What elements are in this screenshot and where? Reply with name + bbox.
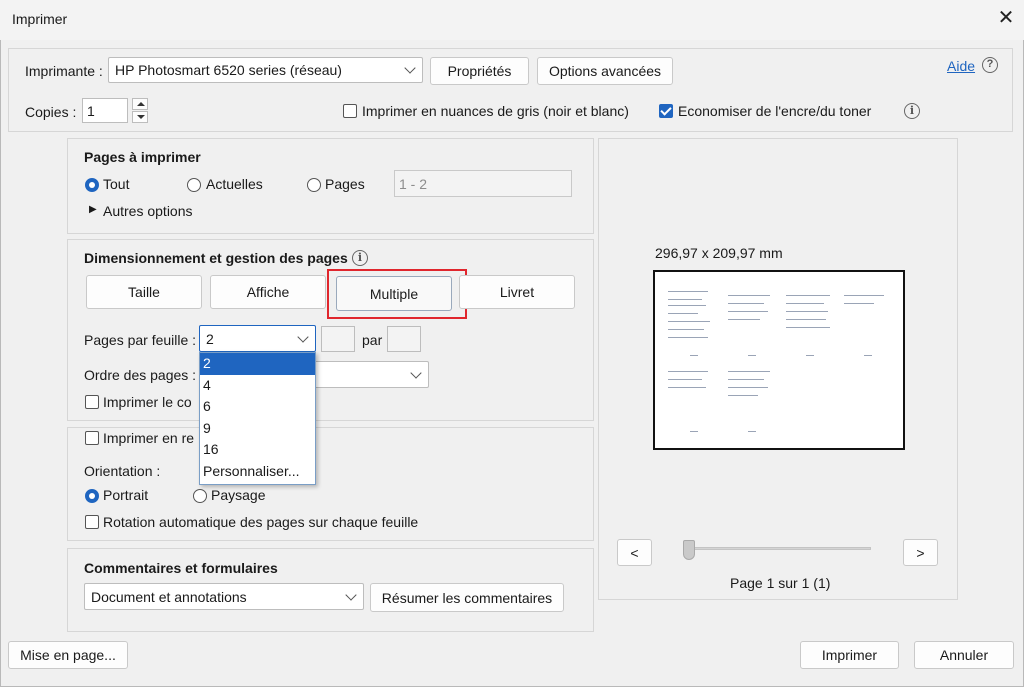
tab-poster[interactable]: Affiche: [210, 275, 326, 309]
dropdown-option[interactable]: 2: [200, 353, 315, 375]
print-button[interactable]: Imprimer: [800, 641, 899, 669]
copies-input[interactable]: 1: [82, 98, 128, 123]
print-recto-label: Imprimer en re: [103, 430, 195, 446]
highlight-box: [327, 269, 467, 319]
preview-slider-thumb[interactable]: [683, 540, 695, 560]
printer-label: Imprimante :: [25, 63, 103, 79]
radio-portrait-label: Portrait: [103, 487, 149, 503]
page-range-input[interactable]: 1 - 2: [394, 170, 572, 197]
radio-all[interactable]: [85, 178, 99, 192]
paper-dimensions: 296,97 x 209,97 mm: [655, 245, 783, 261]
auto-rotate-checkbox[interactable]: [85, 515, 99, 529]
pages-per-sheet-label: Pages par feuille :: [84, 332, 197, 348]
radio-all-label: Tout: [103, 176, 130, 192]
pages-per-sheet-dropdown: 2 4 6 9 16 Personnaliser...: [199, 352, 316, 485]
save-ink-label: Economiser de l'encre/du toner: [678, 103, 872, 119]
dropdown-option[interactable]: 16: [200, 439, 315, 461]
radio-landscape[interactable]: [193, 489, 207, 503]
custom-rows-input[interactable]: [387, 326, 421, 352]
dialog-title: Imprimer: [12, 11, 68, 27]
advanced-options-button[interactable]: Options avancées: [537, 57, 673, 85]
summarize-comments-button[interactable]: Résumer les commentaires: [370, 583, 564, 612]
comments-select-value: Document et annotations: [91, 588, 247, 605]
print-preview: [653, 270, 905, 450]
chevron-down-icon: [404, 62, 416, 74]
next-page-button[interactable]: >: [903, 539, 938, 566]
grayscale-label: Imprimer en nuances de gris (noir et bla…: [362, 103, 629, 119]
expand-triangle-icon[interactable]: ▶: [89, 204, 97, 215]
copies-increment[interactable]: [132, 98, 148, 110]
tab-booklet[interactable]: Livret: [459, 275, 575, 309]
pages-per-sheet-select[interactable]: 2: [199, 325, 316, 352]
page-order-select[interactable]: [310, 361, 429, 388]
radio-portrait[interactable]: [85, 489, 99, 503]
title-bar: [0, 0, 1024, 40]
custom-columns-input[interactable]: [321, 326, 355, 352]
chevron-down-icon: [297, 330, 309, 343]
close-icon[interactable]: ✕: [996, 8, 1016, 28]
help-icon[interactable]: ?: [982, 57, 998, 73]
cancel-button[interactable]: Annuler: [914, 641, 1014, 669]
chevron-down-icon: [345, 588, 357, 601]
save-ink-checkbox[interactable]: [659, 104, 673, 118]
copies-decrement[interactable]: [132, 111, 148, 123]
page-status: Page 1 sur 1 (1): [730, 575, 831, 591]
printer-select[interactable]: HP Photosmart 6520 series (réseau): [108, 57, 423, 83]
info-icon[interactable]: i: [904, 103, 920, 119]
comments-title: Commentaires et formulaires: [84, 560, 278, 576]
radio-pages-label: Pages: [325, 176, 365, 192]
properties-button[interactable]: Propriétés: [430, 57, 529, 85]
pages-to-print-title: Pages à imprimer: [84, 149, 201, 165]
preview-sheet: [658, 275, 900, 445]
pages-per-sheet-value: 2: [206, 330, 214, 347]
page-setup-button[interactable]: Mise en page...: [8, 641, 128, 669]
grayscale-checkbox[interactable]: [343, 104, 357, 118]
preview-slider-track[interactable]: [686, 547, 871, 550]
dropdown-option[interactable]: Personnaliser...: [200, 461, 315, 483]
print-recto-checkbox[interactable]: [85, 431, 99, 445]
radio-current-label: Actuelles: [206, 176, 263, 192]
par-label: par: [362, 332, 383, 348]
dropdown-option[interactable]: 4: [200, 375, 315, 397]
print-border-checkbox[interactable]: [85, 395, 99, 409]
copies-label: Copies :: [25, 104, 77, 120]
print-border-label: Imprimer le co: [103, 394, 192, 410]
radio-pages[interactable]: [307, 178, 321, 192]
printer-select-value: HP Photosmart 6520 series (réseau): [115, 62, 342, 78]
prev-page-button[interactable]: <: [617, 539, 652, 566]
info-icon[interactable]: i: [352, 250, 368, 266]
radio-landscape-label: Paysage: [211, 487, 266, 503]
dropdown-option[interactable]: 9: [200, 418, 315, 440]
sizing-title: Dimensionnement et gestion des pages: [84, 250, 348, 266]
comments-select[interactable]: Document et annotations: [84, 583, 364, 610]
chevron-down-icon: [410, 366, 422, 379]
auto-rotate-label: Rotation automatique des pages sur chaqu…: [103, 514, 419, 530]
page-order-label: Ordre des pages :: [84, 367, 197, 383]
orientation-label: Orientation :: [84, 463, 161, 479]
dropdown-option[interactable]: 6: [200, 396, 315, 418]
tab-size[interactable]: Taille: [86, 275, 202, 309]
radio-current[interactable]: [187, 178, 201, 192]
more-options-toggle[interactable]: Autres options: [103, 203, 193, 219]
help-link[interactable]: Aide: [947, 58, 975, 74]
